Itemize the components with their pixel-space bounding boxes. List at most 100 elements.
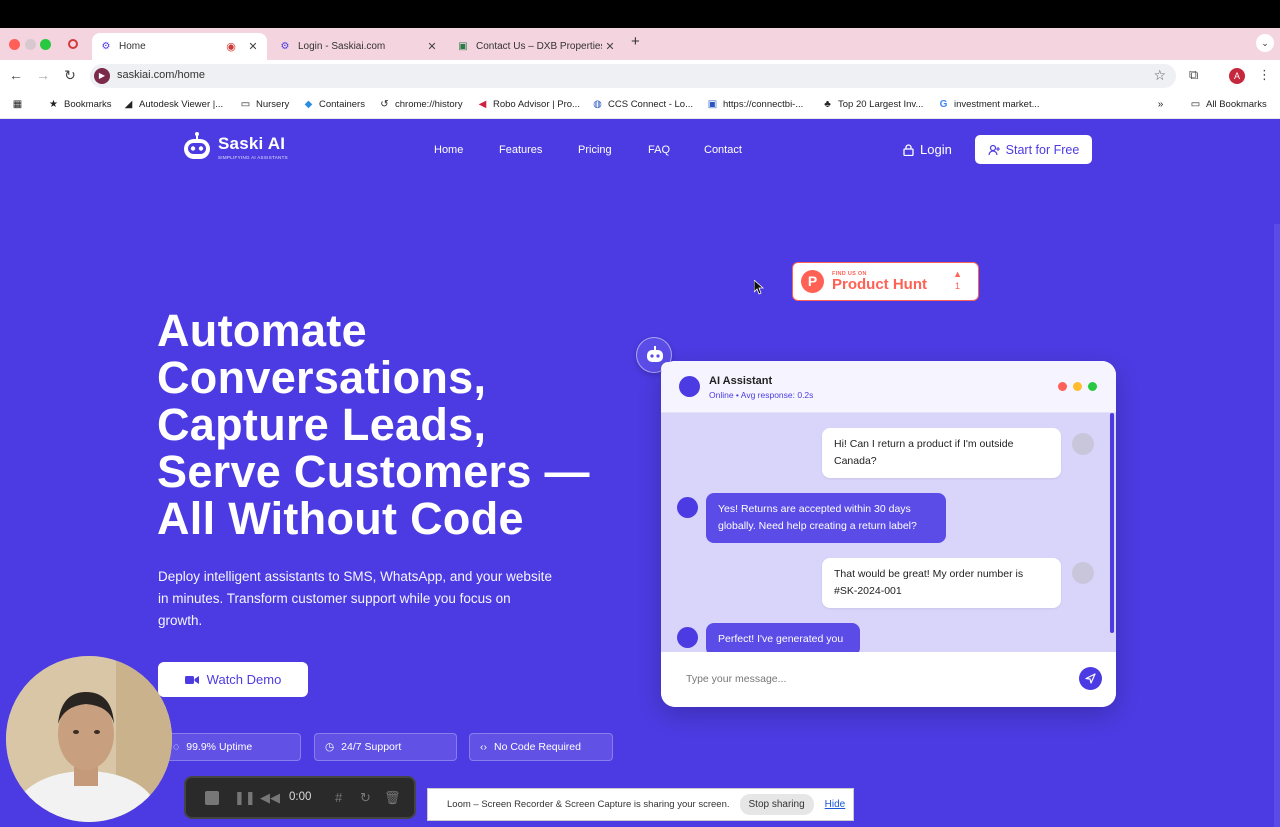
tab-title: Contact Us – DXB Properties [476, 41, 602, 52]
folder-icon: ▭ [1190, 99, 1201, 110]
new-tab-button[interactable]: + [631, 33, 640, 50]
lock-icon [903, 143, 914, 156]
bookmark-item[interactable]: ◀ Robo Advisor | Pro... [477, 99, 580, 110]
bot-avatar-icon [677, 497, 698, 518]
forward-arrow-icon[interactable]: → [34, 67, 52, 83]
close-window-button[interactable] [9, 39, 20, 50]
saski-favicon-icon: ⚙ [101, 41, 111, 52]
uptime-chip: ◌ 99.9% Uptime [162, 733, 301, 761]
nav-pricing[interactable]: Pricing [578, 144, 612, 156]
close-tab-icon[interactable]: ✕ [424, 40, 440, 53]
close-tab-icon[interactable]: ✕ [245, 40, 261, 53]
recording-indicator-icon [68, 39, 78, 49]
upvote-count: ▲ 1 [953, 268, 962, 292]
folder-icon: ▭ [240, 99, 251, 110]
hero-title: Automate Conversations, Capture Leads, S… [157, 307, 607, 542]
page-favicon-icon: ▣ [458, 41, 468, 52]
screen-sharing-bar: Loom – Screen Recorder & Screen Capture … [427, 788, 854, 821]
hero-line: All Without Code [157, 493, 524, 544]
send-icon [1085, 673, 1096, 684]
code-icon: ‹› [480, 741, 487, 753]
apps-grid-icon[interactable]: ▦ [12, 99, 28, 110]
user-plus-icon [988, 144, 1000, 155]
logo-tagline: SIMPLIFYING AI ASSISTANTS [218, 155, 288, 160]
assistant-avatar [679, 376, 700, 397]
address-bar[interactable]: ▶ saskiai.com/home ☆ [90, 64, 1176, 88]
user-message: Hi! Can I return a product if I'm outsid… [822, 428, 1061, 478]
chat-messages[interactable]: Hi! Can I return a product if I'm outsid… [661, 413, 1116, 652]
browser-menu-icon[interactable]: ⋮ [1258, 67, 1271, 83]
site-logo[interactable]: Saski AI SIMPLIFYING AI ASSISTANTS [181, 131, 288, 163]
hero-line: Automate [157, 305, 367, 356]
pause-icon[interactable]: ❚❚ [234, 790, 256, 806]
nav-faq[interactable]: FAQ [648, 144, 670, 156]
start-for-free-button[interactable]: Start for Free [975, 135, 1092, 164]
nav-features[interactable]: Features [499, 144, 542, 156]
chat-widget: AI Assistant Online • Avg response: 0.2s… [661, 361, 1116, 707]
all-bookmarks[interactable]: ▭ All Bookmarks [1190, 99, 1267, 110]
bookmarks-bar: ▦ ★ Bookmarks ◢ Autodesk Viewer |... ▭ Nurs… [0, 92, 1280, 119]
bookmark-item[interactable]: ♣ Top 20 Largest Inv... [822, 99, 923, 110]
bookmark-item[interactable]: ◍ CCS Connect - Lo... [592, 99, 693, 110]
product-hunt-badge[interactable]: P FIND US ON Product Hunt ▲ 1 [792, 262, 979, 301]
bookmark-item[interactable]: ▣ https://connectbi-... [707, 99, 804, 110]
recording-time: 0:00 [289, 791, 312, 803]
nav-home[interactable]: Home [434, 144, 463, 156]
rewind-icon[interactable]: ◀◀ [260, 790, 280, 806]
bookmark-item[interactable]: Ginvestment market... [938, 99, 1040, 110]
video-camera-icon [184, 675, 199, 684]
extensions-puzzle-icon[interactable]: ⧉ [1189, 67, 1198, 83]
login-button[interactable]: Login [903, 142, 952, 157]
bookmark-item[interactable]: ↺ chrome://history [379, 99, 462, 110]
more-bookmarks-chevron-icon[interactable]: » [1155, 99, 1171, 110]
back-arrow-icon[interactable]: ← [7, 67, 25, 83]
watch-demo-button[interactable]: Watch Demo [158, 662, 308, 697]
chat-input-area: Type your message... [661, 652, 1116, 707]
bookmark-item[interactable]: ★ Bookmarks [48, 99, 112, 110]
chat-input[interactable]: Type your message... [686, 673, 786, 685]
containers-icon: ◆ [304, 99, 313, 110]
window-dot-red [1058, 382, 1067, 391]
bookmark-star-icon[interactable]: ☆ [1153, 67, 1166, 84]
tab-search-chevron-icon[interactable]: ⌄ [1256, 34, 1274, 52]
google-icon: G [939, 99, 948, 110]
logo-name: Saski AI [218, 134, 286, 153]
product-hunt-big: Product Hunt [832, 275, 927, 293]
tab-title: Home [119, 41, 146, 52]
record-dot-icon: ◉ [226, 41, 236, 53]
nav-contact[interactable]: Contact [704, 144, 742, 156]
reload-icon[interactable]: ↻ [61, 67, 79, 84]
bot-message: Yes! Returns are accepted within 30 days… [706, 493, 946, 543]
robot-logo-icon [184, 132, 210, 159]
restart-icon[interactable]: ↻ [360, 790, 371, 806]
site-info-icon[interactable]: ▶ [94, 68, 110, 84]
tab-title: Login - Saskiai.com [298, 41, 386, 52]
bookmark-item[interactable]: ◆ Containers [303, 99, 365, 110]
send-button[interactable] [1079, 667, 1102, 690]
tab-contact[interactable]: ▣ Contact Us – DXB Properties ✕ [449, 33, 624, 60]
bookmark-item[interactable]: ▭ Nursery [240, 99, 290, 110]
bookmark-item[interactable]: ◢ Autodesk Viewer |... [123, 99, 224, 110]
maximize-window-button[interactable] [40, 39, 51, 50]
globe-icon: ◍ [593, 99, 602, 110]
chat-scrollbar[interactable] [1110, 413, 1114, 633]
minimize-window-button[interactable] [25, 39, 36, 50]
trash-icon[interactable]: 🗑 [384, 790, 401, 806]
chip-label: 24/7 Support [341, 741, 402, 753]
tab-login[interactable]: ⚙ Login - Saskiai.com ✕ [271, 33, 446, 60]
no-code-chip: ‹› No Code Required [469, 733, 613, 761]
hide-link[interactable]: Hide [825, 799, 846, 810]
stop-sharing-button[interactable]: Stop sharing [739, 794, 814, 815]
tab-home[interactable]: ⚙ Home ◉ ✕ [92, 33, 267, 60]
bot-avatar-icon [677, 627, 698, 648]
profile-avatar[interactable]: A [1229, 68, 1245, 84]
grid-icon[interactable]: # [335, 790, 342, 805]
stop-recording-button[interactable] [205, 791, 219, 805]
close-tab-icon[interactable]: ✕ [602, 40, 618, 53]
chip-label: 99.9% Uptime [186, 741, 253, 753]
star-icon: ★ [49, 99, 58, 110]
webcam-bubble[interactable] [6, 656, 172, 822]
bot-message: Perfect! I've generated you [706, 623, 860, 652]
clock-icon: ◷ [325, 741, 335, 753]
page-scrollbar[interactable] [1274, 224, 1280, 827]
